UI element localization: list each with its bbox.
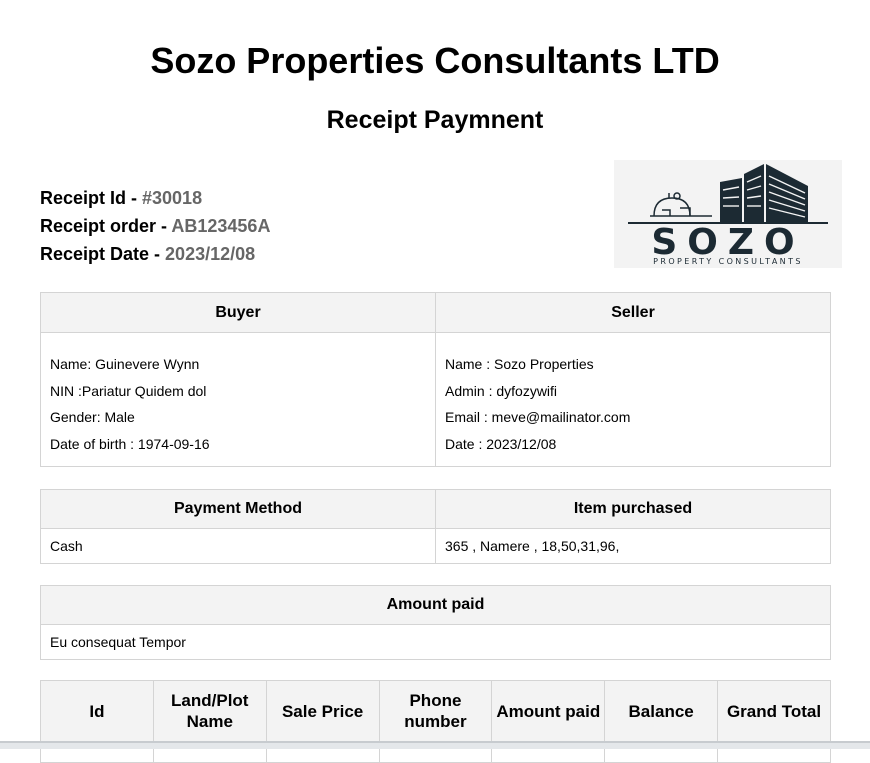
col-land-plot-name: Land/Plot Name (152, 680, 267, 742)
page-bottom-edge (0, 741, 870, 749)
receipt-date-label: Receipt Date - (40, 244, 166, 264)
buyer-header: Buyer (40, 292, 436, 333)
buyer-dob: Date of birth : 1974-09-16 (50, 435, 210, 452)
seller-date: Date : 2023/12/08 (445, 435, 557, 452)
sozo-logo: SOZO PROPERTY CONSULTANTS (614, 160, 842, 268)
amount-paid-value: Eu consequat Tempor (40, 624, 831, 660)
parties-table: Buyer Seller Name: Guinevere Wynn NIN :P… (40, 292, 831, 467)
receipt-order-label: Receipt order - (40, 216, 172, 236)
receipt-order-line: Receipt order - AB123456A (40, 212, 270, 240)
buyer-details: Name: Guinevere Wynn NIN :Pariatur Quide… (40, 332, 436, 467)
buyer-name: Name: Guinevere Wynn (50, 356, 200, 372)
receipt-date-value: 2023/12/08 (165, 244, 256, 264)
payment-method-value: Cash (40, 528, 436, 564)
col-id: Id (40, 680, 154, 742)
receipt-date-line: Receipt Date - 2023/12/08 (40, 240, 270, 268)
buyer-nin: NIN :Pariatur Quidem dol (50, 382, 207, 399)
receipt-id-value: #30018 (142, 188, 203, 208)
receipt-id-line: Receipt Id - #30018 (40, 184, 270, 212)
receipt-meta: Receipt Id - #30018 Receipt order - AB12… (40, 184, 270, 268)
receipt-order-value: AB123456A (171, 216, 271, 236)
logo-tagline: PROPERTY CONSULTANTS (653, 257, 803, 266)
seller-header: Seller (435, 292, 831, 333)
receipt-id-label: Receipt Id - (40, 188, 143, 208)
amount-paid-header: Amount paid (40, 585, 831, 625)
col-balance: Balance (604, 680, 719, 742)
building-logo-icon: SOZO PROPERTY CONSULTANTS (628, 164, 828, 266)
col-sale-price: Sale Price (265, 680, 380, 742)
col-grand-total: Grand Total (717, 680, 831, 742)
col-phone-number: Phone number (378, 680, 493, 742)
company-name: Sozo Properties Consultants LTD (150, 40, 720, 81)
amount-table: Amount paid Eu consequat Tempor (40, 585, 831, 660)
seller-email: Email : meve@mailinator.com (445, 409, 631, 425)
seller-details: Name : Sozo Properties Admin : dyfozywif… (435, 332, 831, 467)
payment-method-header: Payment Method (40, 489, 436, 529)
seller-admin: Admin : dyfozywifi (445, 382, 558, 399)
payment-table: Payment Method Item purchased Cash 365 ,… (40, 489, 831, 564)
page-title: Receipt Paymnent (326, 106, 544, 134)
items-table: Id Land/Plot Name Sale Price Phone numbe… (40, 680, 831, 763)
item-purchased-header: Item purchased (435, 489, 831, 529)
item-purchased-value: 365 , Namere , 18,50,31,96, (435, 528, 831, 564)
seller-name: Name : Sozo Properties (445, 356, 594, 372)
col-amount-paid: Amount paid (491, 680, 606, 742)
buyer-gender: Gender: Male (50, 409, 135, 425)
